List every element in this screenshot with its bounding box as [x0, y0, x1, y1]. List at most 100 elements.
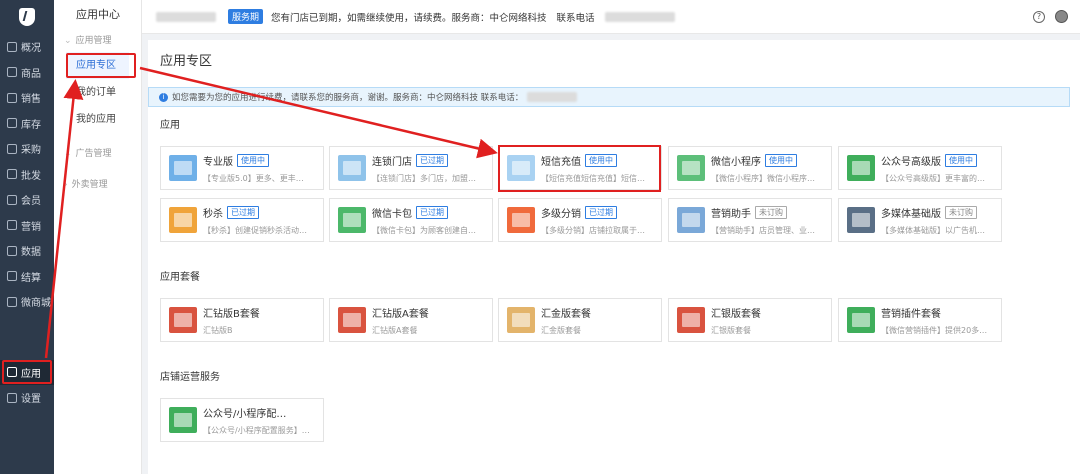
highlight-box-sms-card	[498, 145, 661, 192]
app-card[interactable]: 多级分销 已过期 【多级分销】店铺拉取属于…	[498, 198, 662, 242]
sidebar-item-3[interactable]: 库存	[0, 111, 54, 137]
card-description: 【秒杀】创建促销秒杀活动…	[203, 225, 307, 235]
app-thumbnail-icon	[169, 207, 197, 233]
card-description: 汇金版套餐	[541, 325, 581, 335]
sidebar-item-2[interactable]: 销售	[0, 85, 54, 111]
card-description: 汇钻版B	[203, 325, 233, 335]
sidebar-item-10[interactable]: 微商城	[0, 289, 54, 315]
sidebar-item-12[interactable]: 设置	[0, 385, 54, 411]
gear-icon	[7, 392, 17, 403]
box-icon	[7, 67, 17, 78]
chart-icon	[7, 245, 17, 256]
sidebar-item-9[interactable]: 结算	[0, 264, 54, 290]
purchase-icon	[7, 143, 17, 154]
submenu-item-my-apps[interactable]: 我的应用	[54, 106, 141, 133]
sidebar-item-5[interactable]: 批发	[0, 162, 54, 188]
expiry-message: 您有门店已到期，如需继续使用，请续费。服务商：中仑网络科技	[271, 12, 547, 24]
submenu-group-app[interactable]: 应用管理	[54, 30, 141, 52]
app-card[interactable]: 微信小程序 使用中【微信小程序】微信小程序…	[668, 146, 832, 190]
status-badge: 使用中	[765, 153, 797, 167]
card-description: 汇钻版A套餐	[372, 325, 418, 335]
service-card[interactable]: 公众号/小程序配… 【公众号/小程序配置服务】…	[160, 398, 324, 442]
card-description: 【微信小程序】微信小程序…	[711, 173, 815, 183]
app-thumbnail-icon	[677, 207, 705, 233]
avatar[interactable]	[1055, 10, 1068, 23]
main-sidebar: 概况 商品 销售 库存 采购 批发 会员 营销 数据 结算 微商城 应用 设置	[0, 0, 54, 474]
card-name: 专业版	[203, 156, 233, 168]
submenu-item-my-orders[interactable]: 我的订单	[54, 79, 141, 106]
status-badge: 已过期	[585, 205, 617, 219]
store-name-redacted	[156, 11, 216, 22]
app-thumbnail-icon	[847, 155, 875, 181]
sidebar-item-label: 库存	[21, 119, 41, 131]
app-thumbnail-icon	[677, 155, 705, 181]
card-name: 多级分销	[541, 208, 581, 220]
card-description: 【公众号/小程序配置服务】…	[203, 425, 310, 435]
app-card[interactable]: 营销助手 未订购【营销助手】店员管理、业…	[668, 198, 832, 242]
app-logo[interactable]	[0, 0, 54, 34]
wholesale-icon	[7, 169, 17, 180]
app-thumbnail-icon	[847, 307, 875, 333]
app-thumbnail-icon	[169, 407, 197, 433]
app-card[interactable]: 微信卡包 已过期 【微信卡包】为顾客创建自…	[329, 198, 493, 242]
notice-text: 如您需要为您的应用进行续费，请联系您的服务商，谢谢。服务商：中仑网络科技 联系电…	[172, 93, 524, 103]
status-badge: 已过期	[416, 205, 448, 219]
card-name: 秒杀	[203, 208, 223, 220]
info-icon: i	[159, 92, 168, 102]
sidebar-item-label: 概况	[21, 43, 41, 55]
settle-icon	[7, 271, 17, 282]
card-name: 多媒体基础版	[881, 208, 941, 220]
status-badge: 已过期	[227, 205, 259, 219]
app-card[interactable]: 公众号高级版 使用中 【公众号高级版】更丰富的…	[838, 146, 1002, 190]
app-card[interactable]: 连锁门店 已过期 【连锁门店】多门店，加盟…	[329, 146, 493, 190]
bundle-card[interactable]: 汇钻版A套餐 汇钻版A套餐	[329, 298, 493, 342]
card-name: 汇银版套餐	[711, 308, 761, 320]
card-name: 汇钻版A套餐	[372, 308, 429, 320]
submenu-group-ad[interactable]: 广告管理	[54, 143, 141, 165]
sidebar-item-label: 会员	[21, 196, 41, 208]
phone-redacted	[604, 11, 675, 22]
card-name: 汇钻版B套餐	[203, 308, 260, 320]
sidebar-item-6[interactable]: 会员	[0, 187, 54, 213]
help-icon[interactable]: ?	[1033, 10, 1045, 23]
bundle-card[interactable]: 汇金版套餐 汇金版套餐	[498, 298, 662, 342]
bundle-card[interactable]: 营销插件套餐 【微信营销插件】提供20多…	[838, 298, 1002, 342]
submenu-group-takeout[interactable]: 外卖管理	[54, 174, 141, 196]
sidebar-item-7[interactable]: 营销	[0, 213, 54, 239]
sidebar-item-label: 批发	[21, 170, 41, 182]
shop-icon	[7, 296, 17, 307]
sidebar-item-1[interactable]: 商品	[0, 60, 54, 86]
top-bar: 服务期 您有门店已到期，如需继续使用，请续费。服务商：中仑网络科技 联系电话 ?	[142, 0, 1080, 34]
sidebar-item-label: 商品	[21, 68, 41, 80]
card-name: 公众号高级版	[881, 156, 941, 168]
status-badge: 未订购	[755, 205, 787, 219]
section-title-services: 店铺运营服务	[160, 372, 220, 383]
status-badge: 未订购	[945, 205, 977, 219]
app-card[interactable]: 秒杀 已过期【秒杀】创建促销秒杀活动…	[160, 198, 324, 242]
app-thumbnail-icon	[169, 155, 197, 181]
app-thumbnail-icon	[338, 155, 366, 181]
notice-phone-redacted	[527, 92, 578, 102]
sidebar-item-0[interactable]: 概况	[0, 34, 54, 60]
card-description: 【营销助手】店员管理、业…	[711, 225, 815, 235]
sidebar-item-label: 数据	[21, 247, 41, 259]
card-description: 【多媒体基础版】以广告机…	[881, 225, 985, 235]
card-name: 营销助手	[711, 208, 751, 220]
card-name: 微信小程序	[711, 156, 761, 168]
bundle-card[interactable]: 汇钻版B套餐 汇钻版B	[160, 298, 324, 342]
sidebar-item-4[interactable]: 采购	[0, 136, 54, 162]
app-card[interactable]: 多媒体基础版 未订购【多媒体基础版】以广告机…	[838, 198, 1002, 242]
app-card[interactable]: 专业版 使用中 【专业版5.0】更多、更丰…	[160, 146, 324, 190]
card-name: 公众号/小程序配…	[203, 408, 287, 420]
status-badge: 使用中	[945, 153, 977, 167]
card-name: 连锁门店	[372, 156, 412, 168]
sidebar-item-8[interactable]: 数据	[0, 238, 54, 264]
highlight-box-app-zone	[66, 53, 136, 78]
home-icon	[7, 41, 17, 52]
bundle-card[interactable]: 汇银版套餐 汇银版套餐	[668, 298, 832, 342]
app-thumbnail-icon	[847, 207, 875, 233]
member-icon	[7, 194, 17, 205]
app-thumbnail-icon	[677, 307, 705, 333]
section-title-apps: 应用	[160, 120, 180, 131]
sidebar-item-label: 微商城	[21, 298, 51, 310]
